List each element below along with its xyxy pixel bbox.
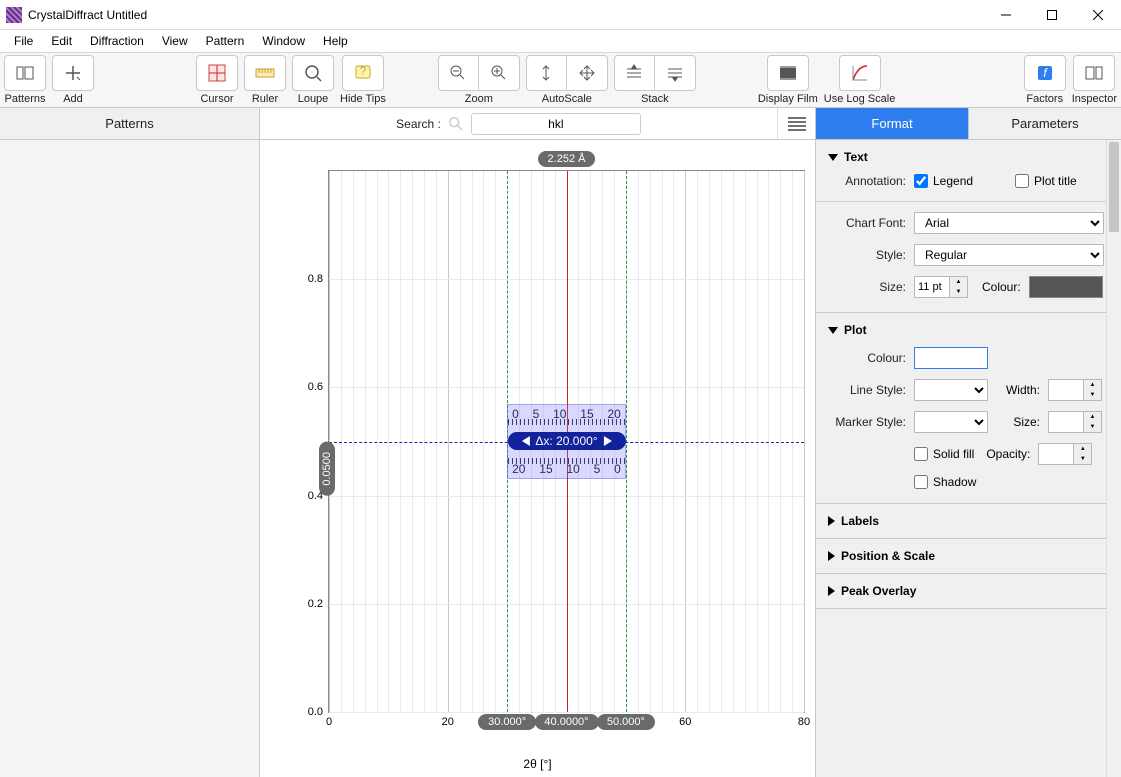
tb-add[interactable]: Add bbox=[52, 55, 94, 105]
tb-hidetips[interactable]: ? Hide Tips bbox=[340, 55, 386, 105]
stack-down-icon bbox=[655, 56, 695, 90]
tb-cursor[interactable]: Cursor bbox=[196, 55, 238, 105]
format-panel: Text Annotation: Legend Plot title Chart… bbox=[815, 140, 1121, 777]
menu-diffraction[interactable]: Diffraction bbox=[82, 32, 152, 50]
angle-pill: 50.000° bbox=[597, 714, 655, 730]
plot-title-checkbox[interactable]: Plot title bbox=[1015, 174, 1077, 188]
section-position-scale[interactable]: Position & Scale bbox=[816, 539, 1121, 574]
chart-font-select[interactable]: Arial bbox=[914, 212, 1104, 234]
zoom-out-icon bbox=[439, 56, 479, 90]
menu-view[interactable]: View bbox=[154, 32, 196, 50]
svg-text:?: ? bbox=[360, 64, 367, 78]
line-width-stepper[interactable]: ▲▼ bbox=[1048, 379, 1102, 401]
marker-style-select[interactable] bbox=[914, 411, 988, 433]
search-input[interactable] bbox=[471, 113, 641, 135]
angle-pill: 30.000° bbox=[478, 714, 536, 730]
legend-checkbox[interactable]: Legend bbox=[914, 174, 973, 188]
tb-ruler[interactable]: Ruler bbox=[244, 55, 286, 105]
window-title: CrystalDiffract Untitled bbox=[28, 8, 147, 22]
text-colour-swatch[interactable] bbox=[1029, 276, 1103, 298]
menu-edit[interactable]: Edit bbox=[43, 32, 80, 50]
section-text-header[interactable]: Text bbox=[828, 150, 1109, 164]
menu-pattern[interactable]: Pattern bbox=[198, 32, 253, 50]
tb-loupe[interactable]: Loupe bbox=[292, 55, 334, 105]
autoscale-all-icon bbox=[567, 56, 607, 90]
menu-help[interactable]: Help bbox=[315, 32, 356, 50]
ruler-overlay[interactable]: 05101520 Δx: 20.000° 20151050 bbox=[507, 404, 626, 480]
patterns-panel-title: Patterns bbox=[0, 108, 260, 139]
minimize-button[interactable] bbox=[983, 0, 1029, 30]
patterns-sidebar bbox=[0, 140, 260, 777]
list-menu-button[interactable] bbox=[777, 108, 815, 139]
y-value-pill: 0.0500 bbox=[319, 442, 335, 496]
opacity-stepper[interactable]: ▲▼ bbox=[1038, 443, 1092, 465]
app-icon bbox=[6, 7, 22, 23]
section-peak-overlay[interactable]: Peak Overlay bbox=[816, 574, 1121, 609]
autoscale-v-icon bbox=[527, 56, 567, 90]
section-text: Text Annotation: Legend Plot title Chart… bbox=[816, 140, 1121, 313]
x-axis-label: 2θ [°] bbox=[523, 757, 551, 771]
tab-parameters[interactable]: Parameters bbox=[968, 108, 1121, 139]
font-size-stepper[interactable]: ▲▼ bbox=[914, 276, 968, 298]
tb-patterns[interactable]: Patterns bbox=[4, 55, 46, 105]
tb-factors[interactable]: f Factors bbox=[1024, 55, 1066, 105]
shadow-checkbox[interactable]: Shadow bbox=[914, 475, 976, 489]
section-plot: Plot Colour: Line Style: Width: ▲▼ Marke… bbox=[816, 313, 1121, 504]
tb-autoscale[interactable]: AutoScale bbox=[526, 55, 608, 105]
tb-inspector[interactable]: Inspector bbox=[1072, 55, 1117, 105]
marker-size-stepper[interactable]: ▲▼ bbox=[1048, 411, 1102, 433]
close-button[interactable] bbox=[1075, 0, 1121, 30]
tb-zoom[interactable]: Zoom bbox=[438, 55, 520, 105]
maximize-button[interactable] bbox=[1029, 0, 1075, 30]
chart-canvas[interactable]: 0204060800.00.20.40.60.82.252 Å30.000°40… bbox=[260, 140, 815, 777]
plot-colour-swatch[interactable] bbox=[914, 347, 988, 369]
tb-displayfilm[interactable]: Display Film bbox=[758, 55, 818, 105]
angle-pill: 40.0000° bbox=[534, 714, 598, 730]
menubar: File Edit Diffraction View Pattern Windo… bbox=[0, 30, 1121, 52]
menu-window[interactable]: Window bbox=[254, 32, 313, 50]
line-style-select[interactable] bbox=[914, 379, 988, 401]
menu-file[interactable]: File bbox=[6, 32, 41, 50]
solid-fill-checkbox[interactable]: Solid fill bbox=[914, 447, 974, 461]
toolbar: Patterns Add Cursor Ruler Loupe ? Hide T… bbox=[0, 52, 1121, 108]
titlebar: CrystalDiffract Untitled bbox=[0, 0, 1121, 30]
scrollbar[interactable] bbox=[1106, 140, 1121, 777]
d-spacing-pill: 2.252 Å bbox=[538, 151, 596, 167]
section-labels[interactable]: Labels bbox=[816, 504, 1121, 539]
stack-up-icon bbox=[615, 56, 655, 90]
subheader: Patterns Search : Format Parameters bbox=[0, 108, 1121, 140]
search-label: Search : bbox=[396, 117, 441, 131]
tab-format[interactable]: Format bbox=[815, 108, 968, 139]
section-plot-header[interactable]: Plot bbox=[828, 323, 1109, 337]
search-icon bbox=[447, 115, 465, 133]
zoom-in-icon bbox=[479, 56, 519, 90]
tb-stack[interactable]: Stack bbox=[614, 55, 696, 105]
font-style-select[interactable]: Regular bbox=[914, 244, 1104, 266]
tb-uselog[interactable]: Use Log Scale bbox=[824, 55, 896, 105]
